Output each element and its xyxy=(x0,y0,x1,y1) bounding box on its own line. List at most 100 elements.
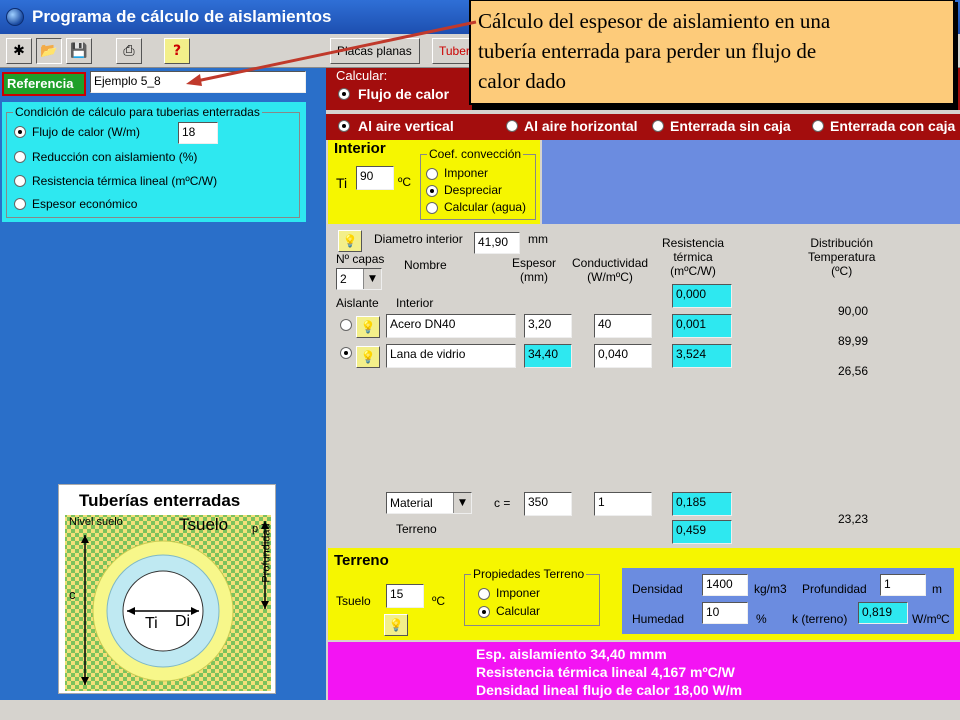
diagram-c: c xyxy=(69,587,76,602)
reference-label: Referencia xyxy=(2,72,86,96)
radio-flujo-calor[interactable] xyxy=(14,126,26,138)
k-terreno-unit: W/mºC xyxy=(912,612,950,626)
option-flujo-calor-label: Flujo de calor (W/m) xyxy=(32,125,141,139)
callout-line-1: Cálculo del espesor de aislamiento en un… xyxy=(478,9,831,33)
material-resistance: 0,185 xyxy=(672,492,732,516)
ncapas-select[interactable]: 2 ▼ xyxy=(336,268,382,290)
buried-pipe-diagram: Tuberías enterradas Nivel suelo Tsuelo c… xyxy=(58,484,276,694)
results-panel: Esp. aislamiento 34,40 mmm Resistencia t… xyxy=(328,642,960,700)
densidad-unit: kg/m3 xyxy=(754,582,787,596)
terreno-title: Terreno xyxy=(334,552,389,569)
diagram-tsuelo: Tsuelo xyxy=(179,515,229,534)
conv-calcular-label: Calcular (agua) xyxy=(444,200,527,214)
annotation-callout: Cálculo del espesor de aislamiento en un… xyxy=(468,0,960,112)
terreno-help-icon[interactable]: 💡 xyxy=(384,614,408,636)
radio-resistencia[interactable] xyxy=(14,175,26,187)
callout-line-2: tubería enterrada para perder un flujo d… xyxy=(478,39,817,63)
ncapas-label: Nº capas xyxy=(336,252,385,266)
material-select[interactable]: Material ▼ xyxy=(386,492,472,514)
result-flujo: Densidad lineal flujo de calor 18,00 W/m xyxy=(476,682,743,698)
flow-value-input[interactable]: 18 xyxy=(178,122,218,144)
tsuelo-unit: ºC xyxy=(432,594,446,608)
layer-2-help-icon[interactable]: 💡 xyxy=(356,346,380,368)
radio-prop-calcular[interactable] xyxy=(478,606,490,618)
radio-aire-horizontal[interactable] xyxy=(506,120,518,132)
radio-espesor-economico[interactable] xyxy=(14,198,26,210)
app-logo-icon xyxy=(6,8,24,26)
radio-layer-1[interactable] xyxy=(340,319,352,331)
radio-enterrada-sin-caja[interactable] xyxy=(652,120,664,132)
layer-2-name[interactable]: Lana de vidrio xyxy=(386,344,516,368)
status-bar xyxy=(0,700,960,720)
radio-conv-imponer[interactable] xyxy=(426,168,438,180)
conv-imponer-label: Imponer xyxy=(444,166,489,180)
conv-group-label: Coef. convección xyxy=(427,147,524,161)
tsuelo-input[interactable]: 15 xyxy=(386,584,424,608)
save-icon[interactable]: 💾 xyxy=(66,38,92,64)
layer-1-thickness[interactable]: 3,20 xyxy=(524,314,572,338)
result-resistencia: Resistencia térmica lineal 4,167 mºC/W xyxy=(476,664,735,680)
radio-prop-imponer[interactable] xyxy=(478,588,490,600)
k-terreno-label: k (terreno) xyxy=(792,612,848,626)
interior-panel: Interior Ti 90 ºC Coef. convección Impon… xyxy=(328,140,540,224)
aire-horizontal-label: Al aire horizontal xyxy=(524,118,638,134)
diagram-title: Tuberías enterradas xyxy=(79,491,241,510)
open-folder-icon[interactable]: 📂 xyxy=(36,38,62,64)
aire-vertical-label: Al aire vertical xyxy=(358,118,454,134)
terreno-resistance: 0,459 xyxy=(672,520,732,544)
tsuelo-label: Tsuelo xyxy=(336,594,371,608)
layer-1-name[interactable]: Acero DN40 xyxy=(386,314,516,338)
result-espesor: Esp. aislamiento 34,40 mmm xyxy=(476,646,667,662)
radio-reduccion[interactable] xyxy=(14,151,26,163)
radio-conv-despreciar[interactable] xyxy=(426,185,438,197)
ti-label: Ti xyxy=(336,175,348,191)
conv-despreciar-label: Despreciar xyxy=(444,183,503,197)
radio-conv-calcular[interactable] xyxy=(426,202,438,214)
layer-1-resistance: 0,001 xyxy=(672,314,732,338)
print-icon[interactable]: ⎙ xyxy=(116,38,142,64)
humedad-input[interactable]: 10 xyxy=(702,602,748,624)
profundidad-input[interactable]: 1 xyxy=(880,574,926,596)
diam-input[interactable]: 41,90 xyxy=(474,232,520,254)
diam-help-icon[interactable]: 💡 xyxy=(338,230,362,252)
option-reduccion-label: Reducción con aislamiento (%) xyxy=(32,150,198,164)
c-input[interactable]: 350 xyxy=(524,492,572,516)
layer-1-conductivity[interactable]: 40 xyxy=(594,314,652,338)
temp-2: 26,56 xyxy=(838,364,869,378)
enterrada-sin-caja-label: Enterrada sin caja xyxy=(670,118,791,134)
ti-unit: ºC xyxy=(398,175,412,189)
densidad-label: Densidad xyxy=(632,582,683,596)
callout-arrow xyxy=(186,20,477,86)
new-file-icon[interactable]: ✱ xyxy=(6,38,32,64)
diagram-nivel-suelo: Nivel suelo xyxy=(69,516,123,528)
soil-properties-panel: Densidad 1400 kg/m3 Profundidad 1 m Hume… xyxy=(622,568,954,634)
layer-1-help-icon[interactable]: 💡 xyxy=(356,316,380,338)
temp-1: 89,99 xyxy=(838,334,869,348)
layer-2-conductivity[interactable]: 0,040 xyxy=(594,344,652,368)
profundidad-unit: m xyxy=(932,582,942,596)
col-distribucion: Distribución Temperatura (ºC) xyxy=(808,236,876,278)
radio-layer-2[interactable] xyxy=(340,347,352,359)
c-label: c = xyxy=(494,496,511,510)
chevron-down-icon[interactable]: ▼ xyxy=(363,269,381,289)
placement-bar: Al aire vertical Al aire horizontal Ente… xyxy=(326,112,960,140)
col-conductividad: Conductividad (W/mºC) xyxy=(572,256,649,284)
humedad-unit: % xyxy=(756,612,767,626)
layer-2-resistance: 3,524 xyxy=(672,344,732,368)
option-espesor-label: Espesor económico xyxy=(32,197,138,211)
interior-resistance: 0,000 xyxy=(672,284,732,308)
col-espesor: Espesor (mm) xyxy=(512,256,557,284)
callout-line-3: calor dado xyxy=(478,69,567,93)
k-terreno-value: 0,819 xyxy=(858,602,908,624)
radio-enterrada-con-caja[interactable] xyxy=(812,120,824,132)
material-k-input[interactable]: 1 xyxy=(594,492,652,516)
enterrada-con-caja-label: Enterrada con caja xyxy=(830,118,956,134)
prop-imponer-label: Imponer xyxy=(496,586,541,600)
diagram-profundidad: Profundidad xyxy=(260,523,273,583)
chevron-down-icon[interactable]: ▼ xyxy=(453,493,471,513)
layer-2-thickness: 34,40 xyxy=(524,344,572,368)
ti-input[interactable]: 90 xyxy=(356,166,394,190)
radio-aire-vertical[interactable] xyxy=(338,120,350,132)
diam-label: Diametro interior xyxy=(374,232,463,246)
densidad-input[interactable]: 1400 xyxy=(702,574,748,596)
